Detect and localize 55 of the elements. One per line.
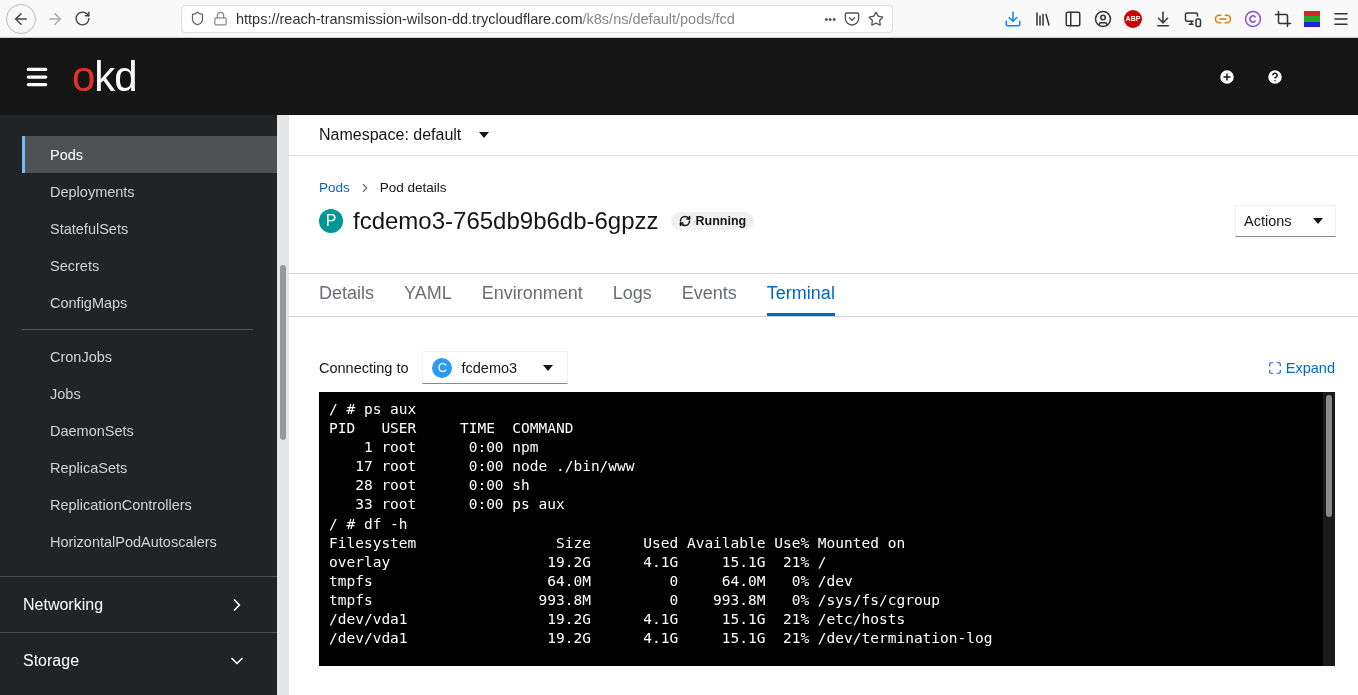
more-icon[interactable]: ••• bbox=[824, 12, 836, 25]
namespace-dropdown[interactable]: Namespace: default bbox=[319, 126, 490, 144]
help-icon[interactable] bbox=[1266, 67, 1284, 86]
lock-icon bbox=[213, 11, 228, 26]
actions-dropdown[interactable]: Actions bbox=[1235, 205, 1336, 237]
pocket-icon[interactable] bbox=[844, 10, 860, 27]
color-bars-icon[interactable] bbox=[1304, 10, 1320, 27]
tab[interactable]: Details bbox=[319, 274, 375, 316]
sidebar-item[interactable]: Deployments bbox=[22, 173, 277, 210]
connecting-label: Connecting to bbox=[319, 359, 409, 376]
star-icon[interactable] bbox=[868, 10, 884, 27]
sidebar-item[interactable]: ConfigMaps bbox=[22, 284, 277, 321]
sidebar-item[interactable]: StatefulSets bbox=[22, 210, 277, 247]
scrollbar-thumb[interactable] bbox=[1326, 395, 1332, 517]
section-label: Networking bbox=[23, 595, 104, 614]
breadcrumb-link[interactable]: Pods bbox=[319, 180, 350, 195]
account-icon[interactable] bbox=[1094, 9, 1112, 28]
sidebar-item[interactable]: ReplicationControllers bbox=[22, 486, 277, 523]
logo: okd bbox=[72, 55, 137, 98]
scrollbar-thumb[interactable] bbox=[280, 265, 286, 440]
status-label: Running bbox=[670, 212, 755, 230]
expand-link[interactable]: Expand bbox=[1267, 359, 1335, 376]
tab[interactable]: YAML bbox=[404, 274, 452, 316]
crop-icon[interactable] bbox=[1274, 9, 1292, 28]
download-icon[interactable] bbox=[1004, 9, 1022, 28]
address-bar[interactable]: https://reach-transmission-wilson-dd.trycloudflare.com/k8s/ns/default/pods/fcd ••• bbox=[181, 4, 893, 33]
sidebar-item[interactable]: Pods bbox=[22, 136, 277, 173]
section-label: Storage bbox=[23, 651, 80, 670]
sync-icon bbox=[678, 215, 691, 227]
terminal[interactable] bbox=[319, 392, 1335, 666]
sidebar-item[interactable]: CronJobs bbox=[22, 338, 277, 375]
tab[interactable]: Events bbox=[681, 274, 737, 316]
sidebar-item[interactable]: ReplicaSets bbox=[22, 449, 277, 486]
sidebar-item[interactable]: DaemonSets bbox=[22, 412, 277, 449]
expand-icon bbox=[1267, 360, 1282, 375]
sidebar-item[interactable]: Secrets bbox=[22, 247, 277, 284]
terminal-output: / # ps aux PID USER TIME COMMAND 1 root 0:00 npm 17 root 0:00 node ./bin/www 28 root 0:00 sh 33 root 0:00 ps aux / # df -h Filesystem Size Used Available Use% Mounted on overlay 19.2G 4.1G 15.1G 21% / tmpfs 64.0M 0 64.0M 0% /dev tmpfs 993.8M 0 993.8M 0% /sys/fs/cgroup /dev/vda1 19.2G 4.1G 15.1G 21% /etc/hosts /dev/vda1 19.2G 4.1G 15.1G 21% /dev/termination-log bbox=[328, 400, 994, 649]
tab[interactable]: Environment bbox=[481, 274, 583, 316]
container-dropdown[interactable]: C fcdemo3 bbox=[422, 351, 569, 384]
screens-icon[interactable] bbox=[1184, 9, 1202, 28]
pod-name: fcdemo3-765db9b6db-6gpzz bbox=[353, 207, 659, 235]
breadcrumb-current: Pod details bbox=[379, 180, 447, 195]
pod-badge: P bbox=[319, 209, 343, 233]
sidebar-item[interactable]: Jobs bbox=[22, 375, 277, 412]
sidebar-icon[interactable] bbox=[1064, 9, 1082, 28]
tab[interactable]: Logs bbox=[612, 274, 652, 316]
url-text: https://reach-transmission-wilson-dd.trycloudflare.com/k8s/ns/default/pods/fcd bbox=[236, 10, 735, 27]
copyright-icon[interactable] bbox=[1244, 9, 1262, 28]
download-arrow-icon[interactable] bbox=[1154, 9, 1172, 28]
reload-icon[interactable] bbox=[74, 10, 91, 27]
library-icon[interactable] bbox=[1034, 9, 1052, 28]
tab[interactable]: Terminal bbox=[766, 274, 835, 316]
sidebar-item[interactable]: HorizontalPodAutoscalers bbox=[22, 523, 277, 560]
add-icon[interactable] bbox=[1218, 67, 1236, 86]
shield-icon[interactable] bbox=[190, 11, 205, 26]
